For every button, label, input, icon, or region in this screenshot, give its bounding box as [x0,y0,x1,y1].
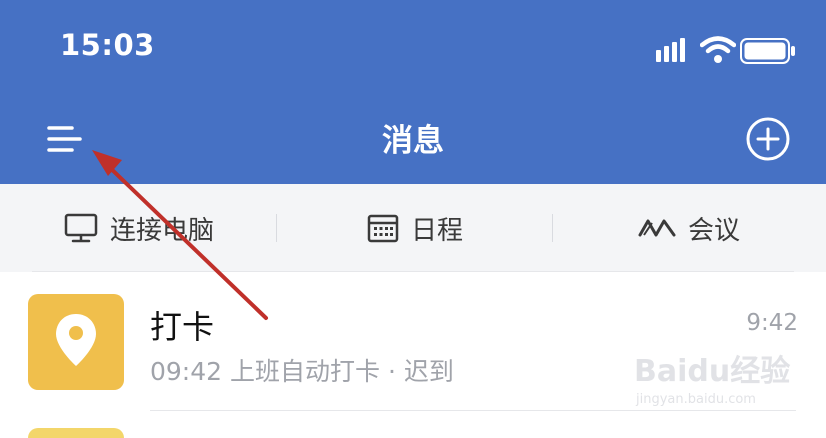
top-header: 15:03 消息 [0,0,826,184]
wifi-icon [700,36,736,63]
connect-computer-button[interactable]: 连接电脑 [64,184,214,272]
baidu-watermark: Baidu经验 jingyan.baidu.com [632,342,792,414]
message-title: 打卡 [150,308,215,346]
meeting-label: 会议 [688,215,741,246]
connect-computer-label: 连接电脑 [110,215,215,246]
signal-icon [656,38,685,62]
schedule-label: 日程 [411,215,464,246]
page-title: 消息 [382,123,444,159]
quick-toolbar: 连接电脑 日程 会议 [0,184,826,272]
status-time: 15:03 [60,28,155,62]
meeting-button[interactable]: 会议 [638,184,740,272]
message-time: 9:42 [746,310,798,336]
next-message-icon [28,428,124,438]
watermark-url: jingyan.baidu.com [636,392,756,407]
toolbar-divider [276,214,277,242]
toolbar-divider [552,214,553,242]
calendar-icon [367,214,399,243]
battery-icon [740,38,795,64]
add-circle-icon[interactable] [745,116,791,162]
message-preview: 09:42 上班自动打卡 · 迟到 [150,357,454,386]
schedule-button[interactable]: 日程 [367,184,463,272]
monitor-icon [64,213,98,243]
location-pin-icon [56,314,96,366]
watermark-brand: Baidu经验 [634,354,791,389]
meeting-icon [638,219,676,237]
checkin-app-icon [28,294,124,390]
